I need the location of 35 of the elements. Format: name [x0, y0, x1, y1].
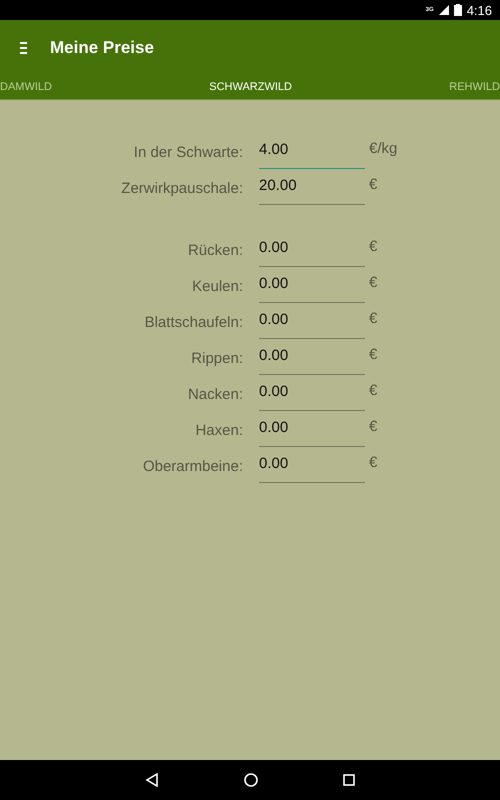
field-label: In der Schwarte:: [132, 143, 243, 161]
unit-label: €: [369, 453, 378, 471]
field-label: Rippen:: [190, 349, 243, 367]
field-label: Keulen:: [191, 277, 243, 295]
signal-icon: [438, 5, 449, 15]
price-field[interactable]: 0.00: [259, 272, 365, 303]
price-field[interactable]: 0.00: [259, 380, 365, 411]
field-label: Blattschaufeln:: [144, 313, 243, 331]
unit-label: €: [369, 175, 378, 193]
app-title: Meine Preise: [50, 38, 154, 58]
home-icon[interactable]: [244, 773, 258, 787]
price-field[interactable]: 4.00: [259, 138, 365, 169]
field-label: Nacken:: [186, 385, 243, 403]
clock: 4:16: [466, 2, 492, 18]
unit-label: €: [369, 237, 378, 255]
field-label: Rücken:: [186, 241, 243, 259]
unit-label: €: [369, 381, 378, 399]
back-icon[interactable]: [145, 773, 159, 787]
unit-label: €: [369, 273, 378, 291]
unit-label: €: [369, 417, 378, 435]
battery-icon: [454, 4, 462, 16]
field-label: Oberarmbeine:: [142, 457, 243, 475]
recents-icon[interactable]: [343, 774, 355, 786]
price-field[interactable]: 0.00: [259, 308, 365, 339]
price-field[interactable]: 20.00: [259, 174, 365, 205]
field-label: Zerwirkpauschale:: [120, 179, 243, 197]
field-label: Haxen:: [194, 421, 243, 439]
price-field[interactable]: 0.00: [259, 236, 365, 267]
price-field[interactable]: 0.00: [259, 416, 365, 447]
price-field[interactable]: 0.00: [259, 452, 365, 483]
tab[interactable]: SCHWARZWILD: [209, 81, 292, 93]
unit-label: €/kg: [369, 139, 398, 157]
price-field[interactable]: 0.00: [259, 344, 365, 375]
unit-label: €: [369, 345, 378, 363]
unit-label: €: [369, 309, 378, 327]
